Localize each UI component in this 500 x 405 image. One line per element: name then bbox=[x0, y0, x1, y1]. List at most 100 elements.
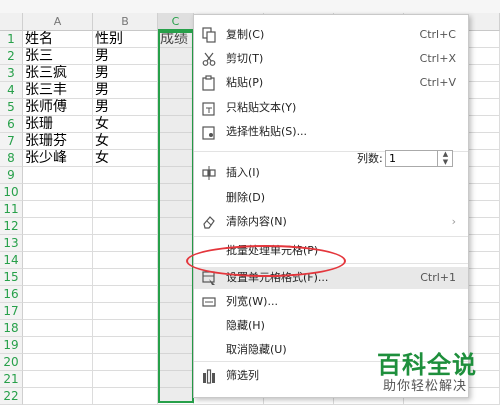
table-cell[interactable] bbox=[23, 371, 93, 388]
table-cell[interactable]: 姓名 bbox=[23, 31, 93, 48]
menu-item-format-cells[interactable]: 设置单元格格式(F)... Ctrl+1 bbox=[194, 267, 468, 289]
table-cell[interactable] bbox=[158, 184, 194, 201]
menu-item-column-width[interactable]: 列宽(W)... bbox=[194, 291, 468, 313]
table-cell[interactable] bbox=[93, 218, 158, 235]
table-cell[interactable]: 男 bbox=[93, 48, 158, 65]
table-cell[interactable] bbox=[93, 235, 158, 252]
row-header[interactable]: 17 bbox=[0, 303, 23, 320]
table-cell[interactable]: 张少峰 bbox=[23, 150, 93, 167]
row-header[interactable]: 18 bbox=[0, 320, 23, 337]
row-header[interactable]: 20 bbox=[0, 354, 23, 371]
table-cell[interactable] bbox=[23, 388, 93, 405]
row-header[interactable]: 9 bbox=[0, 167, 23, 184]
table-cell[interactable] bbox=[23, 354, 93, 371]
table-cell[interactable] bbox=[158, 235, 194, 252]
table-cell[interactable]: 性别 bbox=[93, 31, 158, 48]
table-cell[interactable] bbox=[93, 269, 158, 286]
table-cell[interactable]: 男 bbox=[93, 65, 158, 82]
table-cell[interactable]: 成绩 bbox=[158, 31, 194, 48]
table-cell[interactable] bbox=[93, 184, 158, 201]
table-cell[interactable]: 张师傅 bbox=[23, 99, 93, 116]
row-header[interactable]: 2 bbox=[0, 48, 23, 65]
table-cell[interactable] bbox=[158, 252, 194, 269]
row-header[interactable]: 11 bbox=[0, 201, 23, 218]
row-header[interactable]: 15 bbox=[0, 269, 23, 286]
table-cell[interactable] bbox=[158, 286, 194, 303]
menu-item-batch-process[interactable]: 批量处理单元格(P) bbox=[194, 240, 468, 262]
table-cell[interactable]: 张三丰 bbox=[23, 82, 93, 99]
table-cell[interactable] bbox=[23, 184, 93, 201]
table-cell[interactable] bbox=[158, 371, 194, 388]
table-cell[interactable] bbox=[23, 320, 93, 337]
table-cell[interactable] bbox=[158, 48, 194, 65]
table-cell[interactable] bbox=[93, 388, 158, 405]
table-cell[interactable]: 女 bbox=[93, 150, 158, 167]
column-header-a[interactable]: A bbox=[23, 13, 93, 31]
table-cell[interactable] bbox=[23, 201, 93, 218]
table-cell[interactable] bbox=[158, 218, 194, 235]
row-header[interactable]: 7 bbox=[0, 133, 23, 150]
row-header[interactable]: 16 bbox=[0, 286, 23, 303]
table-cell[interactable] bbox=[93, 286, 158, 303]
table-cell[interactable] bbox=[158, 303, 194, 320]
row-header[interactable]: 5 bbox=[0, 99, 23, 116]
menu-item-paste-text-only[interactable]: 只粘贴文本(Y) bbox=[194, 97, 468, 119]
menu-item-copy[interactable]: 复制(C) Ctrl+C bbox=[194, 24, 468, 46]
row-header[interactable]: 10 bbox=[0, 184, 23, 201]
table-cell[interactable]: 张珊 bbox=[23, 116, 93, 133]
table-cell[interactable] bbox=[158, 133, 194, 150]
table-cell[interactable] bbox=[158, 82, 194, 99]
table-cell[interactable] bbox=[158, 388, 194, 405]
row-header[interactable]: 1 bbox=[0, 31, 23, 48]
menu-item-hide[interactable]: 隐藏(H) bbox=[194, 315, 468, 337]
row-header[interactable]: 8 bbox=[0, 150, 23, 167]
table-cell[interactable] bbox=[23, 252, 93, 269]
table-cell[interactable] bbox=[158, 337, 194, 354]
row-header[interactable]: 13 bbox=[0, 235, 23, 252]
column-header-c[interactable]: C bbox=[158, 13, 194, 31]
table-cell[interactable] bbox=[23, 286, 93, 303]
table-cell[interactable]: 张三疯 bbox=[23, 65, 93, 82]
spinner-up-icon[interactable]: ▲ bbox=[437, 150, 453, 158]
table-cell[interactable] bbox=[23, 218, 93, 235]
table-cell[interactable] bbox=[23, 337, 93, 354]
table-cell[interactable] bbox=[93, 354, 158, 371]
menu-item-clear-contents[interactable]: 清除内容(N) › bbox=[194, 211, 468, 233]
table-cell[interactable] bbox=[93, 201, 158, 218]
table-cell[interactable] bbox=[93, 167, 158, 184]
row-header[interactable]: 3 bbox=[0, 65, 23, 82]
table-cell[interactable] bbox=[158, 116, 194, 133]
menu-item-paste-special[interactable]: 选择性粘贴(S)... bbox=[194, 121, 468, 143]
table-cell[interactable] bbox=[23, 303, 93, 320]
row-header[interactable]: 19 bbox=[0, 337, 23, 354]
corner-select-all[interactable] bbox=[0, 13, 23, 31]
table-cell[interactable]: 女 bbox=[93, 133, 158, 150]
table-cell[interactable] bbox=[93, 303, 158, 320]
table-cell[interactable] bbox=[158, 269, 194, 286]
table-cell[interactable] bbox=[93, 252, 158, 269]
table-cell[interactable] bbox=[158, 65, 194, 82]
table-cell[interactable] bbox=[93, 371, 158, 388]
table-cell[interactable]: 男 bbox=[93, 82, 158, 99]
table-cell[interactable] bbox=[158, 201, 194, 218]
table-cell[interactable] bbox=[158, 354, 194, 371]
table-cell[interactable] bbox=[23, 235, 93, 252]
table-cell[interactable] bbox=[93, 337, 158, 354]
table-cell[interactable] bbox=[23, 269, 93, 286]
table-cell[interactable] bbox=[158, 320, 194, 337]
table-cell[interactable] bbox=[93, 320, 158, 337]
row-header[interactable]: 4 bbox=[0, 82, 23, 99]
table-cell[interactable]: 张三 bbox=[23, 48, 93, 65]
table-cell[interactable] bbox=[158, 99, 194, 116]
table-cell[interactable] bbox=[23, 167, 93, 184]
menu-item-cut[interactable]: 剪切(T) Ctrl+X bbox=[194, 48, 468, 70]
table-cell[interactable]: 张珊芬 bbox=[23, 133, 93, 150]
row-header[interactable]: 6 bbox=[0, 116, 23, 133]
row-header[interactable]: 21 bbox=[0, 371, 23, 388]
row-header[interactable]: 14 bbox=[0, 252, 23, 269]
table-cell[interactable] bbox=[158, 167, 194, 184]
table-cell[interactable]: 女 bbox=[93, 116, 158, 133]
menu-item-delete[interactable]: 删除(D) bbox=[194, 187, 468, 209]
table-cell[interactable]: 男 bbox=[93, 99, 158, 116]
column-header-b[interactable]: B bbox=[93, 13, 158, 31]
